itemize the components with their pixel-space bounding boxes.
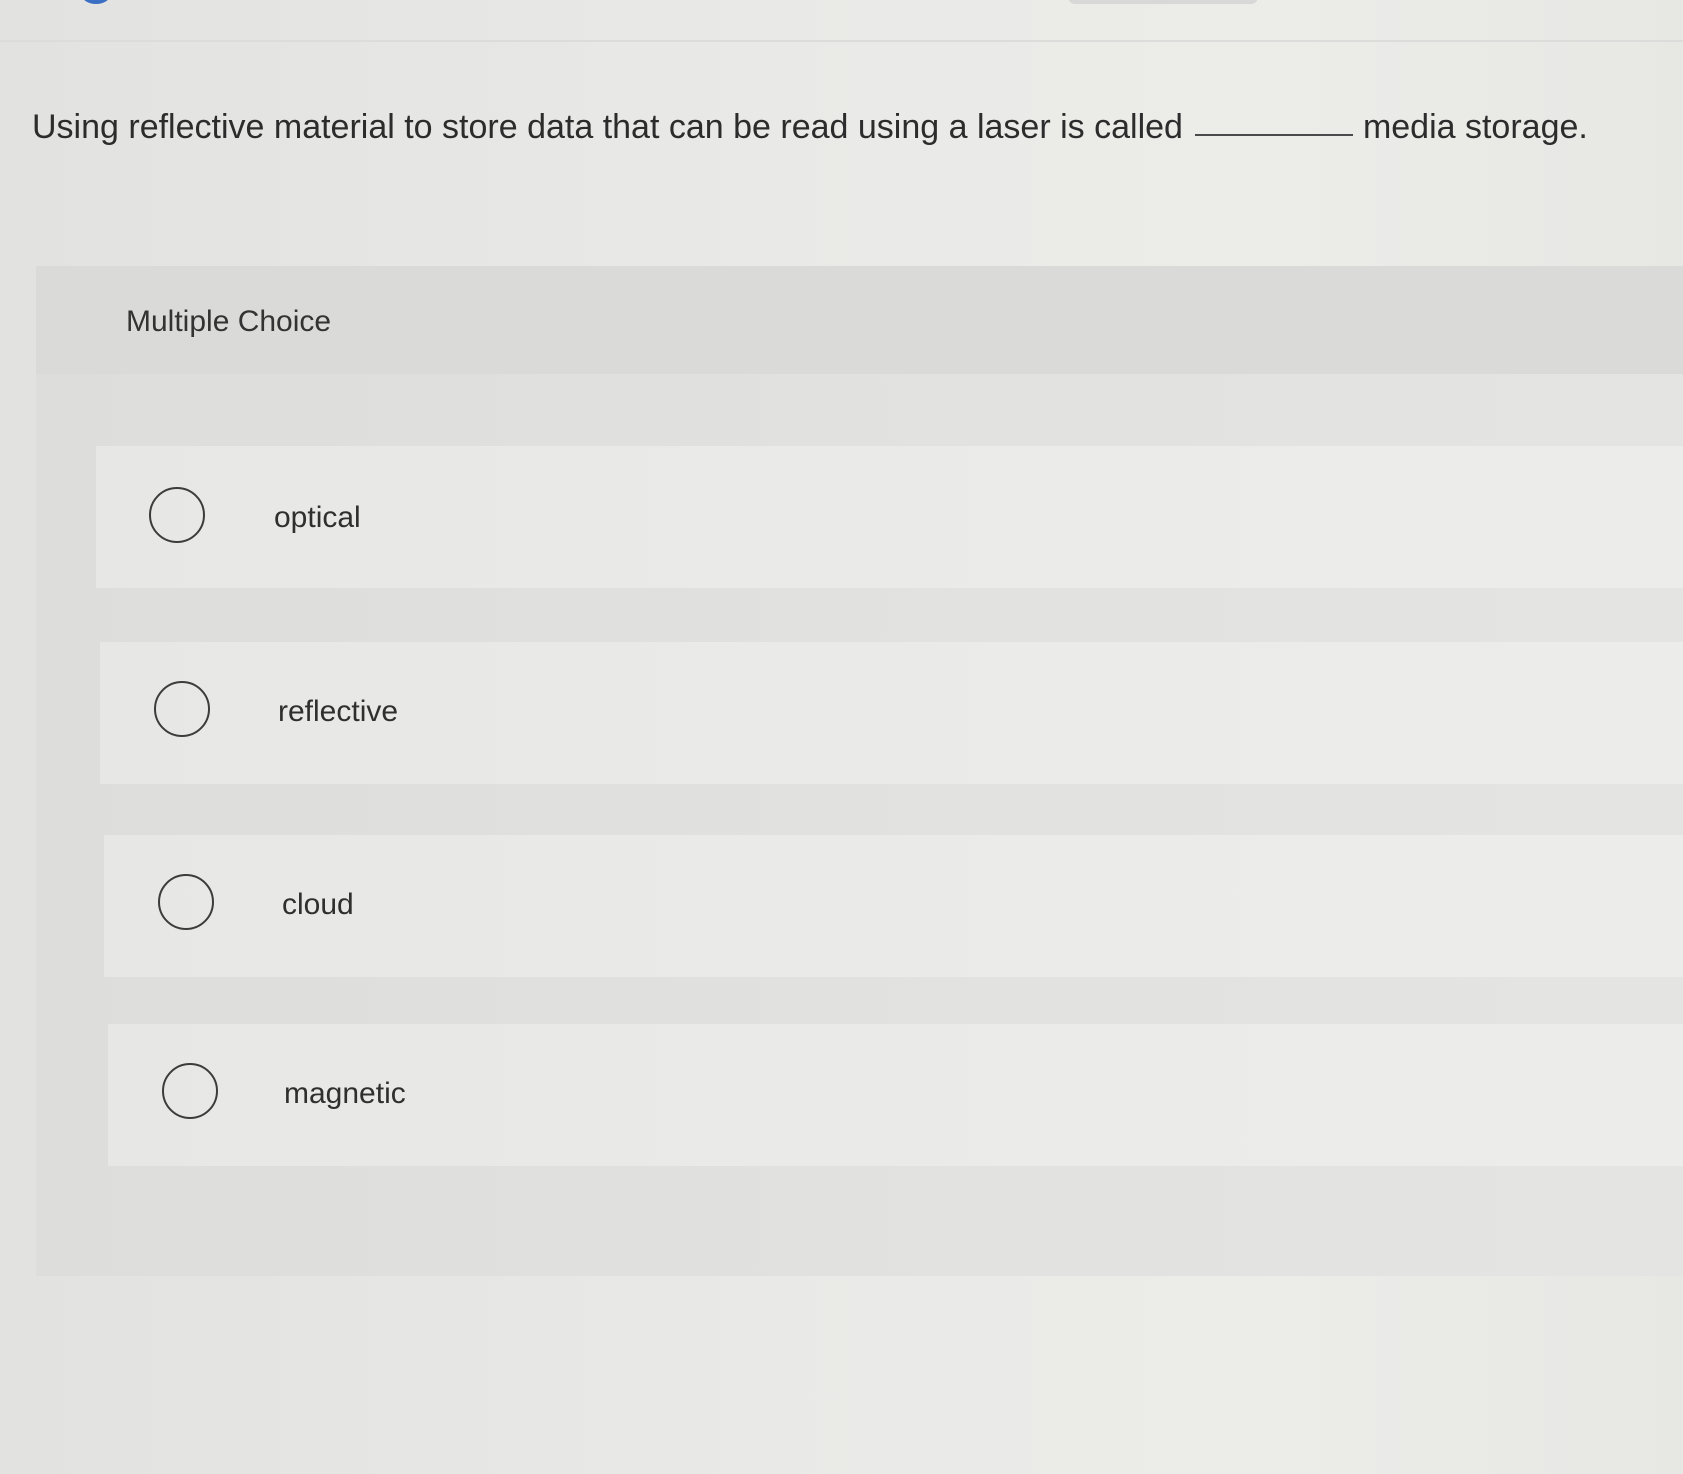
answer-option-label: magnetic	[284, 1077, 406, 1110]
answer-option-label: cloud	[282, 888, 354, 921]
answer-option-label: reflective	[278, 695, 399, 728]
radio-button[interactable]	[158, 874, 214, 930]
question-prompt: Using reflective material to store data …	[32, 104, 1672, 150]
top-toolbar-control	[1068, 0, 1258, 4]
top-divider	[0, 40, 1683, 42]
question-text-after: media storage.	[1362, 108, 1588, 146]
question-type-label: Multiple Choice	[126, 305, 332, 338]
answer-option-optical[interactable]: optical	[96, 446, 1683, 588]
answer-option-label: optical	[274, 501, 361, 534]
answer-option-reflective[interactable]: reflective	[100, 642, 1683, 784]
answer-option-magnetic[interactable]: magnetic	[108, 1024, 1683, 1166]
answer-option-cloud[interactable]: cloud	[104, 835, 1683, 977]
radio-button[interactable]	[154, 681, 210, 737]
radio-button[interactable]	[149, 487, 205, 543]
radio-button[interactable]	[162, 1063, 218, 1119]
fill-in-blank	[1194, 134, 1353, 136]
question-text-before: Using reflective material to store data …	[32, 108, 1183, 146]
